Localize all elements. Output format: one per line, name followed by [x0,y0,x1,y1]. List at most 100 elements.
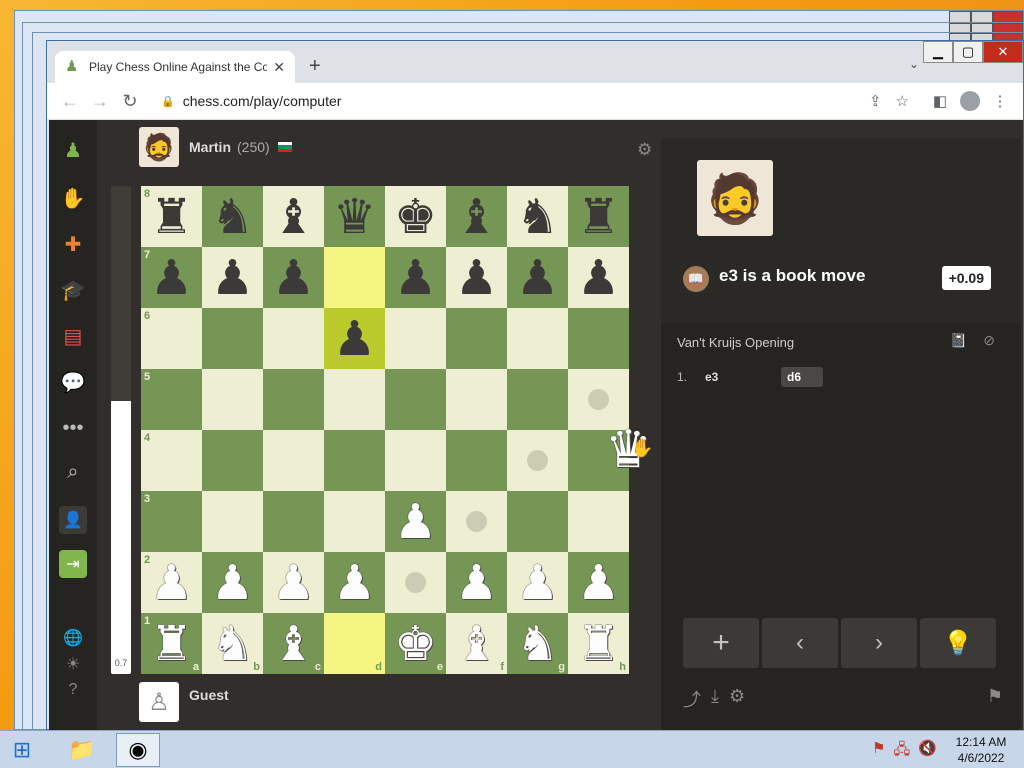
square-a1[interactable]: 1 a ♜ [141,613,202,674]
reload-button[interactable]: ↻ [115,86,145,116]
white-pawn-piece[interactable]: ♟ [507,552,568,613]
square-g2[interactable]: ♟ [507,552,568,613]
clock[interactable]: 12:14 AM 4/6/2022 [944,734,1018,766]
volume-muted-icon[interactable]: 🔇 [918,739,937,764]
square-f7[interactable]: ♟ [446,247,507,308]
square-e4[interactable] [385,430,446,491]
previous-move-button[interactable]: ‹ [762,618,838,668]
white-pawn-piece[interactable]: ♟ [324,552,385,613]
move-hint-dot[interactable] [527,450,548,471]
square-b6[interactable] [202,308,263,369]
black-knight-piece[interactable]: ♞ [202,186,263,247]
file-explorer-icon[interactable]: 📁 [60,733,104,767]
puzzles-icon[interactable]: ✚ [59,230,87,258]
square-d1[interactable]: d [324,613,385,674]
theme-icon[interactable]: ☀ [59,650,87,678]
settings-gear-icon[interactable]: ⚙ [729,686,745,712]
square-a7[interactable]: 7 ♟ [141,247,202,308]
square-a3[interactable]: 3 [141,491,202,552]
square-c2[interactable]: ♟ [263,552,324,613]
board-settings-icon[interactable]: ⚙ [637,140,652,160]
white-bishop-piece[interactable]: ♝ [263,613,324,674]
profile-button[interactable] [955,86,985,116]
move-hint-dot[interactable] [405,572,426,593]
square-g3[interactable] [507,491,568,552]
white-knight-piece[interactable]: ♞ [202,613,263,674]
help-icon[interactable]: ? [59,676,87,704]
side-panel-icon[interactable]: ◧ [925,86,955,116]
white-move[interactable]: e3 [705,370,781,384]
square-d3[interactable] [324,491,385,552]
hint-button[interactable]: 💡 [920,618,996,668]
social-icon[interactable]: 💬 [59,368,87,396]
square-h6[interactable] [568,308,629,369]
white-pawn-piece[interactable]: ♟ [568,552,629,613]
close-window-button[interactable]: ✕ [983,41,1023,63]
close-tab-icon[interactable]: ✕ [273,59,285,76]
opening-book-icon[interactable]: 📓 [950,332,967,349]
square-f6[interactable] [446,308,507,369]
square-g1[interactable]: g ♞ [507,613,568,674]
square-c3[interactable] [263,491,324,552]
signup-icon[interactable]: ⇥ [59,550,87,578]
square-e5[interactable] [385,369,446,430]
black-king-piece[interactable]: ♚ [385,186,446,247]
square-e2[interactable] [385,552,446,613]
square-b1[interactable]: b ♞ [202,613,263,674]
square-b2[interactable]: ♟ [202,552,263,613]
square-c5[interactable] [263,369,324,430]
black-pawn-piece[interactable]: ♟ [568,247,629,308]
square-e6[interactable] [385,308,446,369]
action-center-icon[interactable]: ⚑ [872,739,885,764]
square-b5[interactable] [202,369,263,430]
square-h1[interactable]: h ♜ [568,613,629,674]
address-bar[interactable]: 🔒 chess.com/play/computer ⇪ ☆ [153,87,917,115]
network-icon[interactable]: 🖧 [893,739,910,764]
next-move-button[interactable]: › [841,618,917,668]
learn-icon[interactable]: 🎓 [59,276,87,304]
square-d5[interactable] [324,369,385,430]
black-pawn-piece[interactable]: ♟ [446,247,507,308]
opponent-avatar[interactable]: 🧔 [139,127,179,167]
white-rook-piece[interactable]: ♜ [568,613,629,674]
new-tab-button[interactable]: + [309,55,321,78]
square-f1[interactable]: f ♝ [446,613,507,674]
square-b8[interactable]: ♞ [202,186,263,247]
move-hint-dot[interactable] [588,389,609,410]
play-icon[interactable]: ✋ [59,184,87,212]
square-e7[interactable]: ♟ [385,247,446,308]
square-g8[interactable]: ♞ [507,186,568,247]
news-icon[interactable]: ▤ [59,322,87,350]
square-c4[interactable] [263,430,324,491]
guest-avatar[interactable]: ♙ [139,682,179,722]
square-a4[interactable]: 4 [141,430,202,491]
square-a6[interactable]: 6 [141,308,202,369]
tab-search-button[interactable]: ⌄ [909,57,919,71]
square-a5[interactable]: 5 [141,369,202,430]
black-rook-piece[interactable]: ♜ [141,186,202,247]
square-e1[interactable]: e ♚ [385,613,446,674]
square-d7[interactable] [324,247,385,308]
square-e3[interactable]: ♟ [385,491,446,552]
bookmark-star-icon[interactable]: ☆ [896,92,909,110]
logo-pawn-icon[interactable]: ♟ [59,136,87,164]
black-pawn-piece[interactable]: ♟ [263,247,324,308]
move-hint-dot[interactable] [466,511,487,532]
white-pawn-piece[interactable]: ♟ [446,552,507,613]
square-f8[interactable]: ♝ [446,186,507,247]
square-a8[interactable]: 8 ♜ [141,186,202,247]
white-bishop-piece[interactable]: ♝ [446,613,507,674]
square-e8[interactable]: ♚ [385,186,446,247]
browser-tab[interactable]: ♟ Play Chess Online Against the Co ✕ [55,51,295,83]
black-bishop-piece[interactable]: ♝ [446,186,507,247]
square-f2[interactable]: ♟ [446,552,507,613]
share-icon[interactable]: ⤴ [683,686,701,712]
black-move[interactable]: d6 [781,367,823,387]
square-g5[interactable] [507,369,568,430]
language-icon[interactable]: 🌐 [59,624,87,652]
black-pawn-piece[interactable]: ♟ [507,247,568,308]
black-queen-piece[interactable]: ♛ [324,186,385,247]
black-pawn-piece[interactable]: ♟ [324,308,385,369]
download-icon[interactable]: ⤓ [711,686,719,712]
square-d8[interactable]: ♛ [324,186,385,247]
